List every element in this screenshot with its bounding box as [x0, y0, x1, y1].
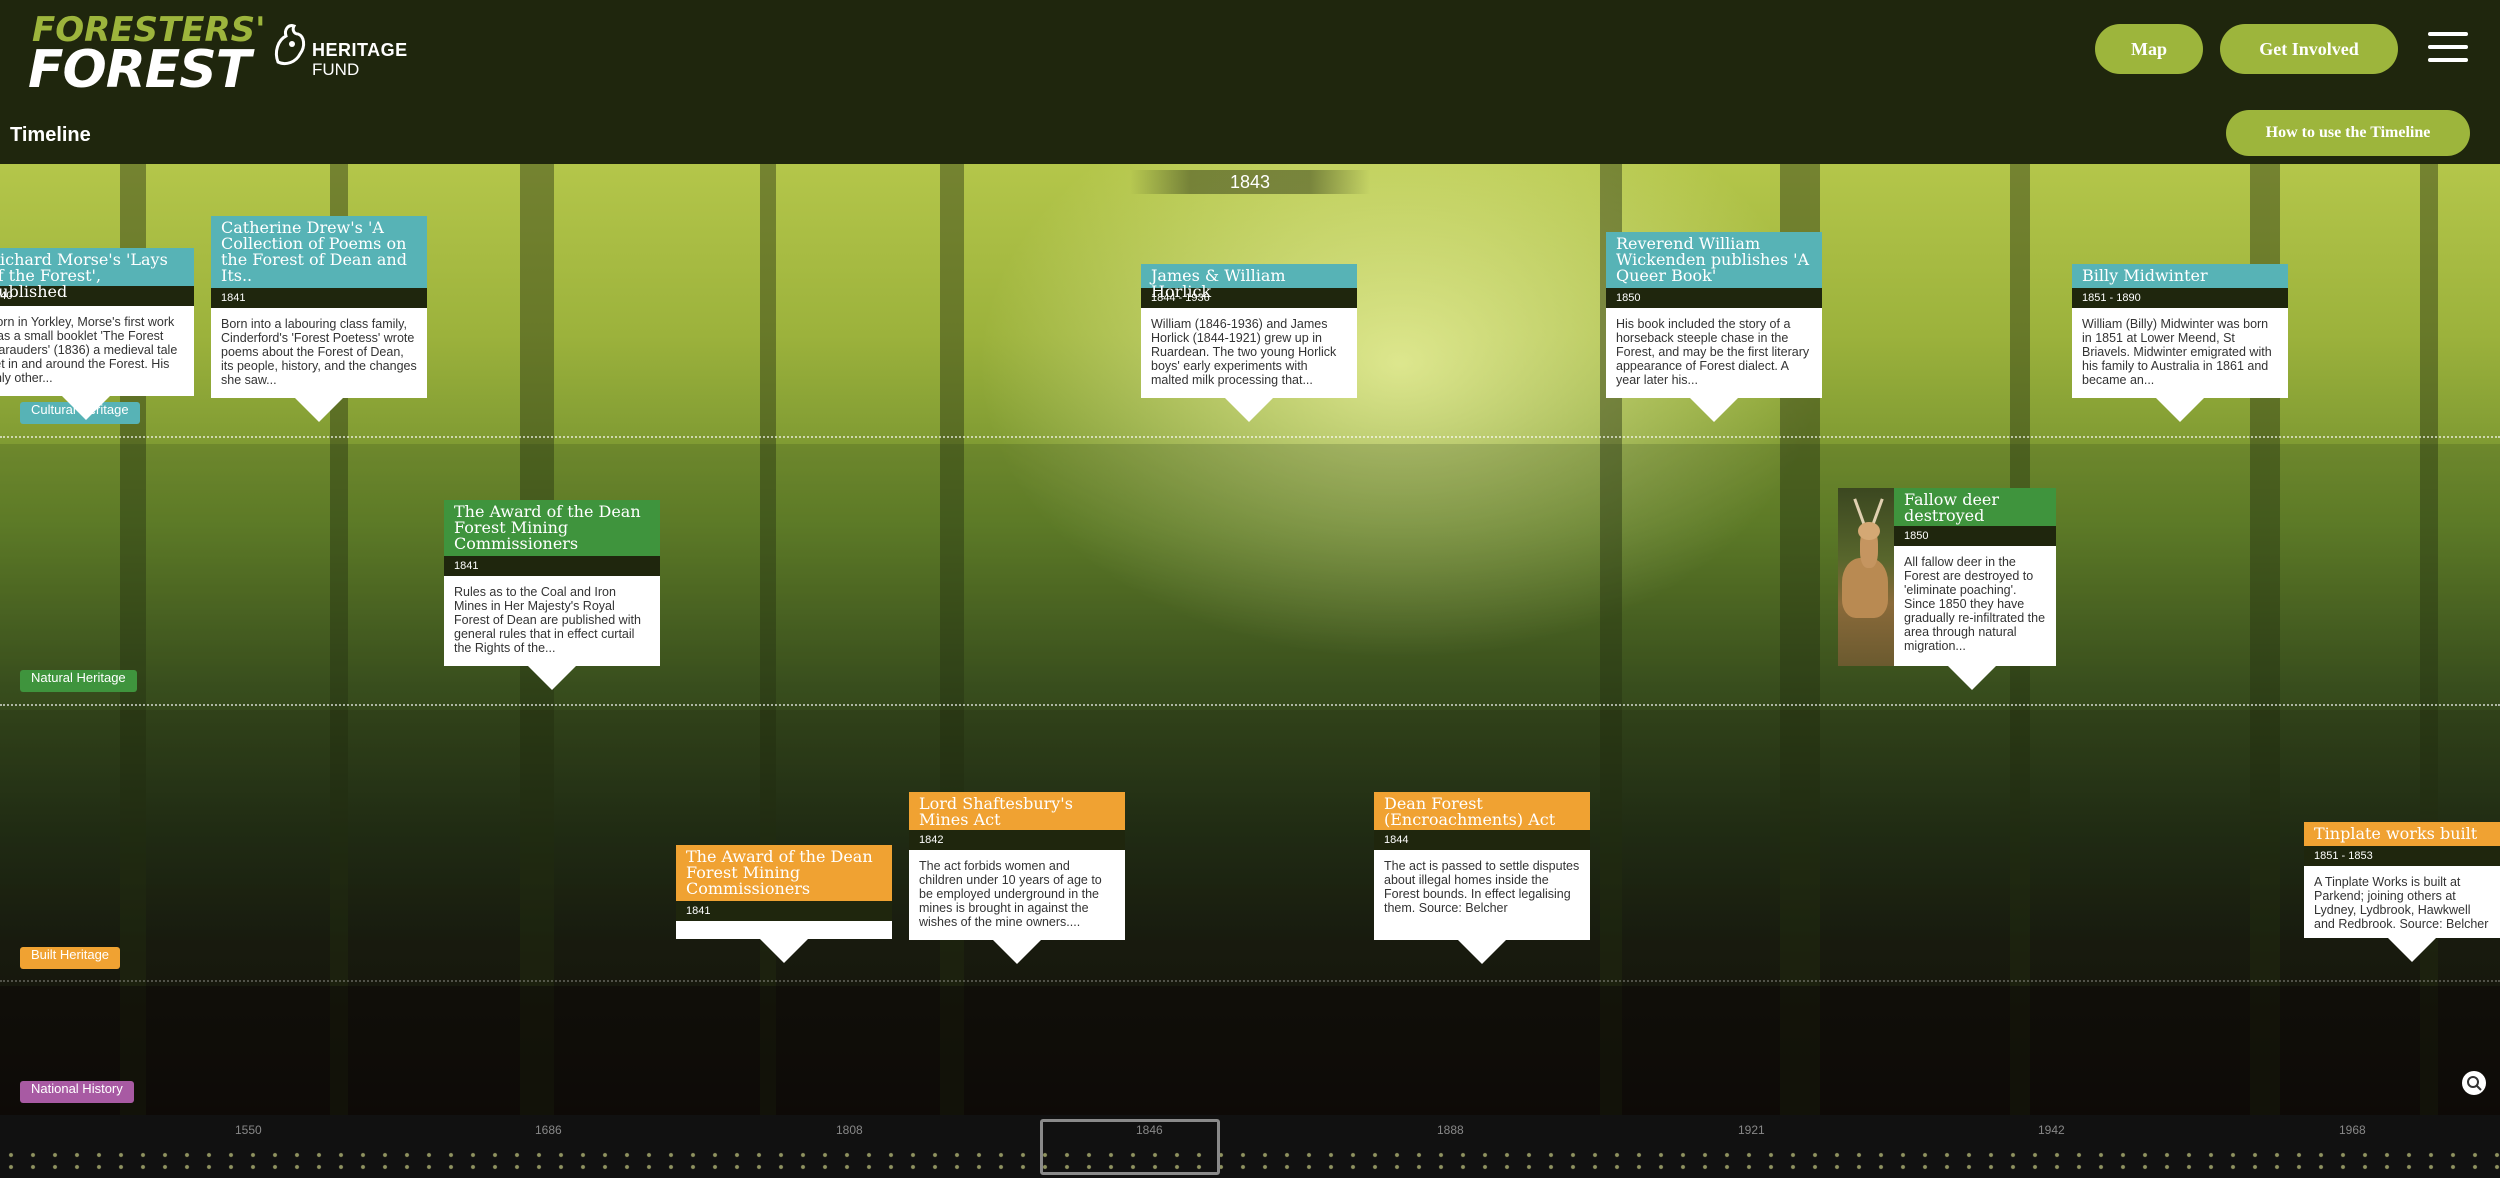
- card-pointer: [993, 940, 1041, 964]
- heritage-fund-icon: [274, 24, 306, 66]
- card-title: The Award of the Dean Forest Mining Comm…: [444, 500, 660, 556]
- site-header: FORESTERS' FOREST HERITAGE FUND Map Get …: [0, 0, 2500, 100]
- fallow-deer-photo[interactable]: [1838, 488, 1894, 666]
- page-title: Timeline: [10, 124, 91, 146]
- card-pointer: [528, 666, 576, 690]
- card-date: 1841: [444, 556, 660, 576]
- row-label-built[interactable]: Built Heritage: [20, 947, 121, 969]
- navigator-tick: 1686: [535, 1123, 562, 1137]
- timeline-card[interactable]: The Award of the Dean Forest Mining Comm…: [676, 845, 892, 963]
- navigator-tick: 1921: [1738, 1123, 1765, 1137]
- zoom-icon[interactable]: [2462, 1071, 2486, 1095]
- timeline-card[interactable]: Richard Morse's 'Lays of the Forest', pu…: [0, 248, 194, 420]
- card-date: 1844: [1374, 830, 1590, 850]
- card-date: 1851 - 1853: [2304, 846, 2500, 866]
- timeline-card[interactable]: Dean Forest (Encroachments) Act 1844 The…: [1374, 792, 1590, 964]
- card-body: Born into a labouring class family, Cind…: [211, 308, 427, 398]
- card-title: Richard Morse's 'Lays of the Forest', pu…: [0, 248, 194, 300]
- band-divider: [0, 436, 2500, 440]
- card-pointer: [2156, 398, 2204, 422]
- card-body: The act forbids women and children under…: [909, 850, 1125, 940]
- heritage-fund-line-2: FUND: [312, 60, 360, 79]
- card-body: [676, 921, 892, 939]
- logo-line-2: FOREST: [28, 40, 251, 100]
- card-title: James & William Horlick: [1141, 264, 1357, 300]
- card-pointer: [1225, 398, 1273, 422]
- navigator-tick: 1942: [2038, 1123, 2065, 1137]
- hamburger-menu-icon[interactable]: [2428, 32, 2468, 64]
- card-date: 1841: [676, 901, 892, 921]
- timeline-card[interactable]: Billy Midwinter 1851 - 1890 William (Bil…: [2072, 264, 2288, 422]
- foresters-forest-logo[interactable]: FORESTERS' FOREST: [28, 10, 266, 100]
- navigator-tick: 1968: [2339, 1123, 2366, 1137]
- card-date: 1851 - 1890: [2072, 288, 2288, 308]
- map-button[interactable]: Map: [2095, 24, 2203, 74]
- heritage-fund-line-1: HERITAGE: [312, 40, 408, 60]
- card-title: Billy Midwinter: [2072, 264, 2288, 288]
- card-body: Rules as to the Coal and Iron Mines in H…: [444, 576, 660, 666]
- card-date: 1841: [211, 288, 427, 308]
- navigator-event-dots: [0, 1149, 2500, 1173]
- timeline-card[interactable]: Catherine Drew's 'A Collection of Poems …: [211, 216, 427, 422]
- card-pointer: [62, 396, 110, 420]
- current-year-marker: 1843: [1130, 170, 1370, 194]
- card-body: His book included the story of a horseba…: [1606, 308, 1822, 398]
- card-pointer: [1690, 398, 1738, 422]
- card-date: 1850: [1894, 526, 2056, 546]
- national-history-band: [0, 986, 2500, 1115]
- navigator-tick: 1550: [235, 1123, 262, 1137]
- card-title: Catherine Drew's 'A Collection of Poems …: [211, 216, 427, 288]
- how-to-use-timeline-button[interactable]: How to use the Timeline: [2226, 110, 2470, 156]
- card-body: The act is passed to settle disputes abo…: [1374, 850, 1590, 940]
- natural-heritage-band: [0, 444, 2500, 710]
- card-body: A Tinplate Works is built at Parkend; jo…: [2304, 866, 2500, 938]
- get-involved-button[interactable]: Get Involved: [2220, 24, 2398, 74]
- built-heritage-band: [0, 710, 2500, 986]
- card-title: Dean Forest (Encroachments) Act: [1374, 792, 1590, 830]
- card-pointer: [1948, 666, 1996, 690]
- heritage-fund-logo[interactable]: HERITAGE FUND: [272, 22, 412, 79]
- timeline-card[interactable]: Lord Shaftesbury's Mines Act 1842 The ac…: [909, 792, 1125, 964]
- timeline-card[interactable]: The Award of the Dean Forest Mining Comm…: [444, 500, 660, 690]
- card-pointer: [2388, 938, 2436, 962]
- row-label-natural[interactable]: Natural Heritage: [20, 670, 137, 692]
- navigator-tick: 1888: [1437, 1123, 1464, 1137]
- card-title: Tinplate works built: [2304, 822, 2500, 846]
- card-title: The Award of the Dean Forest Mining Comm…: [676, 845, 892, 901]
- card-body: William (Billy) Midwinter was born in 18…: [2072, 308, 2288, 398]
- timeline-navigator[interactable]: 1550 1686 1808 1846 1888 1921 1942 1968: [0, 1115, 2500, 1178]
- card-body: Born in Yorkley, Morse's first work was …: [0, 306, 194, 396]
- card-pointer: [760, 939, 808, 963]
- card-date: 1842: [909, 830, 1125, 850]
- band-divider: [0, 704, 2500, 708]
- navigator-tick: 1808: [836, 1123, 863, 1137]
- timeline-subheader: [0, 98, 2500, 164]
- card-body: All fallow deer in the Forest are destro…: [1894, 546, 2056, 666]
- row-label-national[interactable]: National History: [20, 1081, 134, 1103]
- card-title: Reverend William Wickenden publishes 'A …: [1606, 232, 1822, 288]
- timeline-card[interactable]: James & William Horlick 1844 - 1936 Will…: [1141, 264, 1357, 422]
- card-title: Lord Shaftesbury's Mines Act: [909, 792, 1125, 830]
- card-pointer: [295, 398, 343, 422]
- card-body: William (1846-1936) and James Horlick (1…: [1141, 308, 1357, 398]
- card-pointer: [1458, 940, 1506, 964]
- card-date: 1850: [1606, 288, 1822, 308]
- navigator-viewport-handle[interactable]: [1040, 1119, 1220, 1175]
- timeline-card[interactable]: Fallow deer destroyed 1850 All fallow de…: [1894, 488, 2056, 690]
- timeline-card[interactable]: Tinplate works built 1851 - 1853 A Tinpl…: [2304, 822, 2500, 962]
- card-date: 1844 - 1936: [1141, 288, 1357, 308]
- card-title: Fallow deer destroyed: [1894, 488, 2056, 526]
- band-divider: [0, 980, 2500, 984]
- timeline-card[interactable]: Reverend William Wickenden publishes 'A …: [1606, 232, 1822, 422]
